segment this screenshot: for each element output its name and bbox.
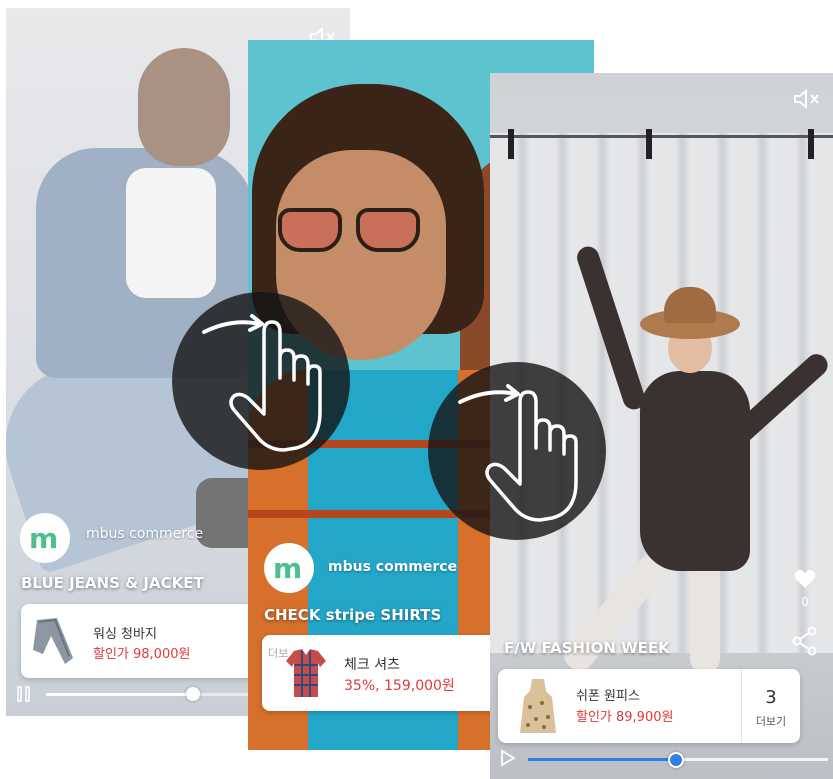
progress-fill	[46, 693, 194, 696]
product-price: 할인가 98,000원	[93, 647, 191, 662]
product-name: 쉬폰 원피스	[576, 689, 640, 704]
product-card[interactable]: 쉬폰 원피스 할인가 89,900원 3 더보기	[498, 669, 800, 743]
product-thumbnail	[286, 649, 326, 697]
progress-bar[interactable]	[528, 752, 828, 768]
progress-bar[interactable]	[46, 687, 276, 701]
swipe-gesture	[172, 292, 350, 470]
progress-fill	[528, 758, 675, 761]
product-name: 워싱 청바지	[93, 627, 157, 642]
heart-icon	[794, 570, 816, 588]
brand-logo[interactable]: m	[20, 513, 70, 563]
swipe-gesture	[428, 362, 606, 540]
product-price: 35%, 159,000원	[344, 678, 455, 694]
video-frame	[278, 208, 342, 252]
video-title: CHECK stripe SHIRTS	[264, 606, 442, 624]
video-frame	[356, 208, 420, 252]
video-frame	[690, 553, 720, 673]
play-icon[interactable]	[500, 749, 516, 767]
like-count: 0	[801, 595, 809, 609]
video-frame	[490, 135, 833, 138]
video-title: BLUE JEANS & JACKET	[21, 574, 204, 592]
brand-name[interactable]: mbus commerce	[328, 559, 457, 575]
video-title: F/W FASHION WEEK	[504, 639, 670, 657]
video-frame	[808, 129, 814, 159]
video-frame	[664, 287, 716, 323]
like-button[interactable]: 0	[790, 569, 820, 609]
video-frame	[640, 371, 750, 571]
product-thumbnail	[520, 679, 556, 733]
swipe-hand-icon	[458, 384, 578, 522]
product-name: 체크 셔츠	[344, 657, 400, 673]
swipe-hand-icon	[202, 314, 322, 452]
brand-logo[interactable]: m	[264, 543, 314, 593]
brand-name[interactable]: mbus commerce	[86, 526, 203, 542]
speaker-mute-icon[interactable]	[792, 88, 822, 110]
more-count: 3	[765, 687, 777, 708]
video-frame	[508, 129, 514, 159]
brand-logo-letter: m	[29, 522, 58, 555]
pause-icon[interactable]	[16, 685, 32, 703]
share-icon[interactable]	[791, 626, 819, 656]
product-thumbnail	[33, 618, 73, 664]
progress-knob[interactable]	[668, 752, 684, 768]
product-price: 할인가 89,900원	[576, 710, 674, 725]
more-products-button[interactable]: 3 더보기	[741, 669, 800, 743]
video-frame	[646, 129, 652, 159]
more-label: 더보기	[755, 715, 787, 728]
brand-logo-letter: m	[273, 552, 302, 585]
